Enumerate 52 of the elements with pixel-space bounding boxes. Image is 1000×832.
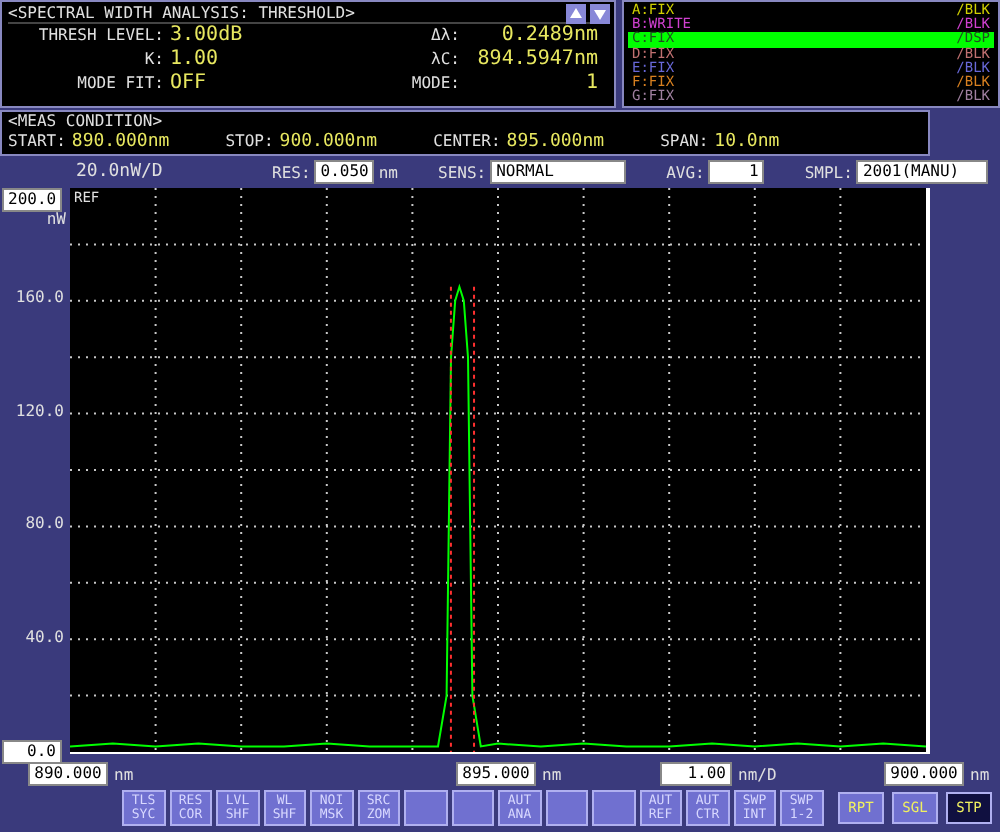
- meas-value: 890.000nm: [71, 132, 170, 152]
- meas-value: 10.0nm: [714, 132, 780, 152]
- setting-field[interactable]: 0.050: [314, 160, 375, 184]
- scroll-down-icon[interactable]: [590, 4, 610, 24]
- softkey-button[interactable]: [404, 790, 447, 826]
- wavelength-field[interactable]: 895.000: [456, 762, 536, 786]
- param-value: 1.00: [170, 48, 221, 72]
- wavelength-field[interactable]: 890.000: [28, 762, 108, 786]
- setting-unit: nm: [378, 163, 398, 181]
- param-value: OFF: [170, 72, 209, 96]
- param-label: THRESH LEVEL:: [36, 24, 164, 48]
- param-label: K:: [142, 48, 164, 72]
- bottom-level-field[interactable]: 0.0: [2, 740, 62, 764]
- setting-field[interactable]: 2001(MANU): [856, 160, 989, 184]
- meas-value: 900.000nm: [279, 132, 378, 152]
- scale-unit: nm/D: [738, 765, 777, 783]
- y-tick-label: 80.0: [25, 514, 64, 533]
- wavelength-unit: nm: [970, 765, 990, 783]
- setting-label: SENS:: [438, 163, 487, 181]
- meas-label: SPAN:: [660, 132, 709, 152]
- y-tick-label: 160.0: [15, 288, 64, 307]
- softkey-button[interactable]: [451, 790, 494, 826]
- wavelength-field[interactable]: 900.000: [884, 762, 964, 786]
- setting-field[interactable]: 1: [708, 160, 765, 184]
- param-value: 3.00dB: [170, 24, 245, 48]
- y-tick-label: 120.0: [15, 401, 64, 420]
- result-label: Δλ:: [429, 24, 460, 48]
- meas-condition-title: <MEAS CONDITION>: [8, 112, 165, 132]
- softkey-button[interactable]: [545, 790, 588, 826]
- setting-label: RES:: [272, 163, 311, 181]
- level-unit: nW: [46, 210, 66, 228]
- result-value: 0.2489nm: [499, 24, 598, 48]
- meas-label: STOP:: [225, 132, 274, 152]
- wavelength-unit: nm: [114, 765, 134, 783]
- setting-label: SMPL:: [804, 163, 853, 181]
- softkey-button[interactable]: [592, 790, 635, 826]
- setting-label: AVG:: [666, 163, 705, 181]
- top-level-field[interactable]: 200.0: [2, 188, 63, 212]
- result-value: 1: [583, 72, 598, 96]
- param-label: MODE FIT:: [75, 72, 164, 96]
- wavelength-unit: nm: [542, 765, 562, 783]
- level-scale: 20.0nW/D: [76, 162, 165, 182]
- meas-label: START:: [8, 132, 66, 152]
- meas-label: CENTER:: [433, 132, 501, 152]
- wavelength-scale-field[interactable]: 1.00: [660, 762, 732, 786]
- result-value: 894.5947nm: [475, 48, 598, 72]
- meas-value: 895.000nm: [506, 132, 605, 152]
- scroll-up-icon[interactable]: [566, 4, 586, 24]
- setting-field[interactable]: NORMAL: [490, 160, 627, 184]
- y-tick-label: 40.0: [25, 627, 64, 646]
- result-label: λC:: [429, 48, 460, 72]
- result-label: MODE:: [409, 72, 460, 96]
